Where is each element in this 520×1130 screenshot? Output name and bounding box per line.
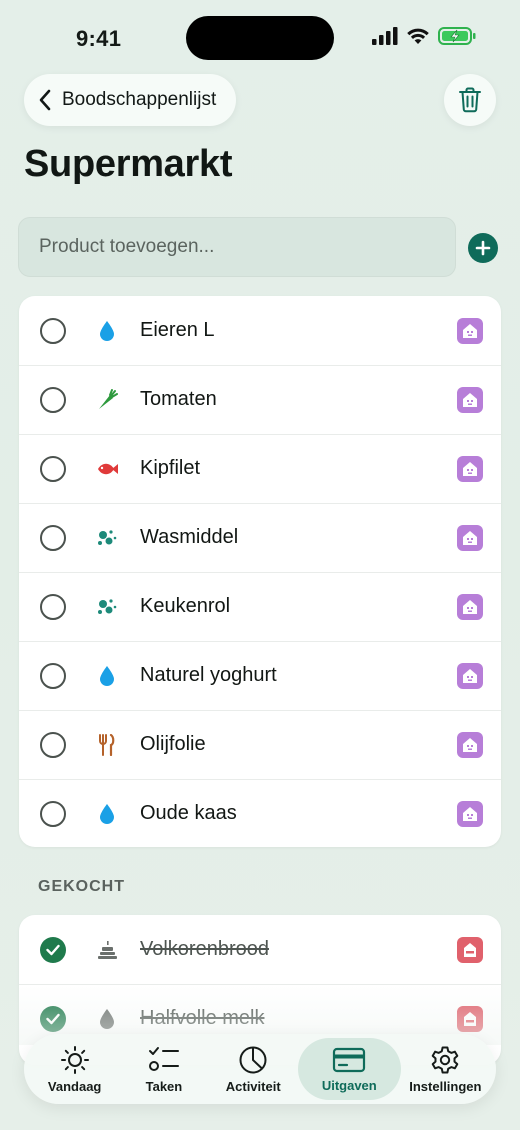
house-icon: [457, 317, 483, 344]
battery-icon: [438, 27, 476, 45]
bubbles-icon: [95, 526, 119, 550]
item-name: Keukenrol: [140, 595, 231, 617]
item-checkbox[interactable]: [40, 800, 66, 827]
list-item[interactable]: Kipfilet: [19, 434, 501, 503]
tab-label: Instellingen: [409, 1078, 482, 1094]
card-icon: [333, 1047, 366, 1072]
section-heading-bought: GEKOCHT: [38, 878, 125, 895]
shopping-list: Eieren L Tomaten Kipfilet Wasmiddel Keuk…: [19, 296, 501, 847]
pie-chart-icon: [239, 1046, 267, 1073]
house-icon: [457, 455, 483, 482]
item-name: Naturel yoghurt: [140, 664, 277, 686]
fork-knife-icon: [95, 733, 119, 757]
item-checkbox[interactable]: [40, 455, 66, 482]
checklist-icon: [148, 1046, 179, 1071]
list-item[interactable]: Volkorenbrood: [19, 915, 501, 984]
item-checkbox[interactable]: [40, 593, 66, 620]
list-item[interactable]: Tomaten: [19, 365, 501, 434]
house-icon: [457, 1005, 483, 1032]
wifi-icon: [407, 28, 429, 44]
item-name: Tomaten: [140, 388, 217, 410]
tab-activiteit[interactable]: Activiteit: [209, 1038, 298, 1100]
tab-bar: Vandaag Taken Activiteit Uitgaven Instel…: [24, 1034, 496, 1104]
tab-label: Activiteit: [225, 1078, 281, 1094]
sun-icon: [60, 1045, 89, 1074]
chevron-left-icon: [39, 89, 51, 111]
cake-icon: [95, 938, 119, 962]
item-name: Wasmiddel: [140, 526, 239, 548]
house-icon: [457, 662, 483, 689]
trash-icon: [459, 87, 481, 113]
drop-icon: [95, 319, 119, 343]
house-icon: [457, 936, 483, 963]
list-item[interactable]: Wasmiddel: [19, 503, 501, 572]
tab-label: Taken: [145, 1078, 183, 1094]
item-name: Eieren L: [140, 319, 215, 341]
list-item[interactable]: Eieren L: [19, 296, 501, 365]
item-checkbox[interactable]: [40, 386, 66, 413]
back-label: Boodschappenlijst: [62, 89, 217, 110]
item-name: Kipfilet: [140, 457, 201, 479]
list-item[interactable]: Olijfolie: [19, 710, 501, 779]
item-name: Oude kaas: [140, 802, 237, 824]
tab-vandaag[interactable]: Vandaag: [30, 1038, 119, 1100]
tab-label: Vandaag: [47, 1078, 102, 1094]
house-icon: [457, 800, 483, 827]
checkmark-icon: [46, 1013, 60, 1024]
add-product-input[interactable]: [18, 217, 456, 277]
list-item[interactable]: Oude kaas: [19, 779, 501, 847]
gear-icon: [432, 1046, 459, 1073]
item-name: Olijfolie: [140, 733, 206, 755]
carrot-icon: [95, 388, 119, 412]
checkmark-icon: [46, 944, 60, 955]
back-button[interactable]: Boodschappenlijst: [24, 74, 237, 126]
status-bar: 9:41: [0, 0, 520, 76]
item-name: Halfvolle melk: [140, 1007, 265, 1029]
item-checkbox[interactable]: [40, 731, 66, 758]
list-item[interactable]: Naturel yoghurt: [19, 641, 501, 710]
delete-list-button[interactable]: [444, 74, 496, 126]
status-time: 9:41: [76, 26, 122, 51]
item-checkbox-checked[interactable]: [40, 936, 66, 963]
item-checkbox[interactable]: [40, 317, 66, 344]
drop-icon: [95, 664, 119, 688]
tab-instellingen[interactable]: Instellingen: [401, 1038, 490, 1100]
tab-label: Uitgaven: [321, 1077, 377, 1093]
dynamic-island: [186, 16, 334, 60]
list-item[interactable]: Keukenrol: [19, 572, 501, 641]
drop-icon: [95, 802, 119, 826]
house-icon: [457, 386, 483, 413]
house-icon: [457, 731, 483, 758]
drop-icon: [95, 1007, 119, 1031]
page-title: Supermarkt: [24, 143, 233, 185]
house-icon: [457, 593, 483, 620]
status-icons: [372, 26, 476, 46]
house-icon: [457, 524, 483, 551]
plus-icon: [475, 240, 491, 256]
item-checkbox[interactable]: [40, 524, 66, 551]
tab-uitgaven[interactable]: Uitgaven: [297, 1038, 401, 1100]
fish-icon: [95, 457, 119, 481]
item-checkbox[interactable]: [40, 662, 66, 689]
tab-taken[interactable]: Taken: [119, 1038, 208, 1100]
item-checkbox-checked[interactable]: [40, 1005, 66, 1032]
item-name: Volkorenbrood: [140, 938, 269, 960]
signal-icon: [372, 27, 398, 45]
add-product-button[interactable]: [468, 233, 498, 263]
bubbles-icon: [95, 595, 119, 619]
